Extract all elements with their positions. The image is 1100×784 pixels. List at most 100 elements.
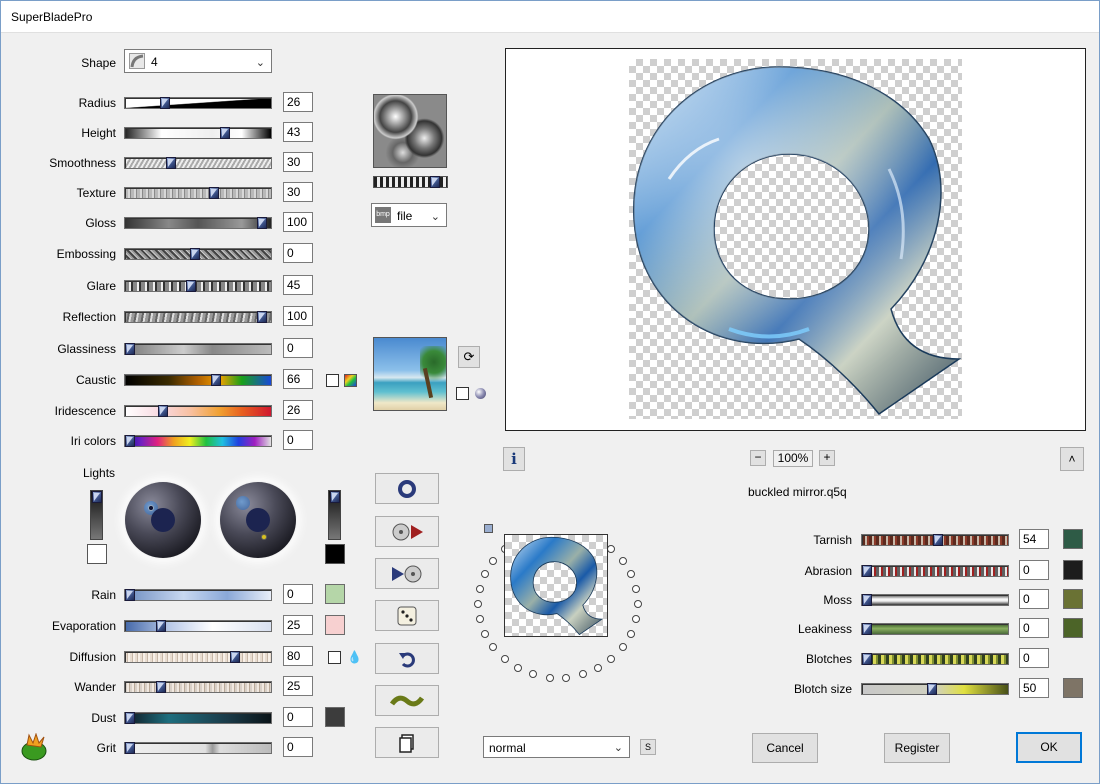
evaporation-slider[interactable]	[124, 620, 272, 632]
ring-dot[interactable]	[476, 585, 484, 593]
light1-color-swatch[interactable]	[87, 544, 107, 564]
abrasion-slider[interactable]	[861, 565, 1009, 577]
ring-dot[interactable]	[489, 643, 497, 651]
ring-dot[interactable]	[627, 570, 635, 578]
moss-value-field[interactable]: 0	[1019, 589, 1049, 609]
rainbow-icon[interactable]	[344, 374, 357, 387]
ring-dot[interactable]	[632, 585, 640, 593]
evaporation-color-swatch[interactable]	[325, 615, 345, 635]
blotches-value-field[interactable]: 0	[1019, 648, 1049, 668]
main-preview[interactable]	[505, 48, 1086, 431]
evaporation-value-field[interactable]: 25	[283, 615, 313, 635]
caustic-checkbox[interactable]	[326, 374, 339, 387]
light1-intensity-thumb[interactable]	[92, 491, 102, 503]
glassiness-value-field[interactable]: 0	[283, 338, 313, 358]
rain-value-field[interactable]: 0	[283, 584, 313, 604]
blotches-slider-thumb[interactable]	[862, 653, 872, 665]
ring-dot[interactable]	[594, 664, 602, 672]
texture-scale-thumb[interactable]	[430, 176, 440, 188]
zoom-out-button[interactable]: −	[750, 450, 766, 466]
blotches-slider[interactable]	[861, 653, 1009, 665]
light1-intensity-slider[interactable]	[90, 490, 103, 540]
copy-button[interactable]	[375, 727, 439, 758]
glare-slider-thumb[interactable]	[186, 280, 196, 292]
wander-value-field[interactable]: 25	[283, 676, 313, 696]
ring-dot[interactable]	[632, 615, 640, 623]
ring-dot[interactable]	[634, 600, 642, 608]
diffusion-slider[interactable]	[124, 651, 272, 663]
light2-direction-ball[interactable]	[220, 482, 296, 558]
abrasion-color-swatch[interactable]	[1063, 560, 1083, 580]
gloss-slider[interactable]	[124, 217, 272, 229]
smoothness-slider-thumb[interactable]	[166, 157, 176, 169]
evaporation-slider-thumb[interactable]	[156, 620, 166, 632]
height-slider-thumb[interactable]	[220, 127, 230, 139]
moss-slider-thumb[interactable]	[862, 594, 872, 606]
reflection-slider-thumb[interactable]	[257, 311, 267, 323]
load-preset-button[interactable]	[375, 516, 439, 547]
glare-slider[interactable]	[124, 280, 272, 292]
rain-slider[interactable]	[124, 589, 272, 601]
tarnish-color-swatch[interactable]	[1063, 529, 1083, 549]
ring-dot[interactable]	[501, 655, 509, 663]
glare-value-field[interactable]: 45	[283, 275, 313, 295]
diffusion-slider-thumb[interactable]	[230, 651, 240, 663]
info-button[interactable]: i	[503, 447, 525, 471]
cancel-button[interactable]: Cancel	[752, 733, 818, 763]
gloss-slider-thumb[interactable]	[257, 217, 267, 229]
reflection-value-field[interactable]: 100	[283, 306, 313, 326]
grit-slider-thumb[interactable]	[125, 742, 135, 754]
ring-dot[interactable]	[562, 674, 570, 682]
caustic-value-field[interactable]: 66	[283, 369, 313, 389]
collapse-button[interactable]: ˄	[1060, 447, 1084, 471]
smoothness-slider[interactable]	[124, 157, 272, 169]
height-slider[interactable]	[124, 127, 272, 139]
blotchsize-value-field[interactable]: 50	[1019, 678, 1049, 698]
iricolors-slider-thumb[interactable]	[125, 435, 135, 447]
light1-direction-ball[interactable]	[125, 482, 201, 558]
leakiness-slider-thumb[interactable]	[862, 623, 872, 635]
ok-button[interactable]: OK	[1016, 732, 1082, 763]
diffusion-value-field[interactable]: 80	[283, 646, 313, 666]
grit-value-field[interactable]: 0	[283, 737, 313, 757]
wave-button[interactable]	[375, 685, 439, 716]
tarnish-slider-thumb[interactable]	[933, 534, 943, 546]
light2-intensity-thumb[interactable]	[330, 491, 340, 503]
dust-color-swatch[interactable]	[325, 707, 345, 727]
glassiness-slider[interactable]	[124, 343, 272, 355]
zoom-in-button[interactable]: +	[819, 450, 835, 466]
radius-slider[interactable]	[124, 97, 272, 109]
glassiness-slider-thumb[interactable]	[125, 343, 135, 355]
tarnish-value-field[interactable]: 54	[1019, 529, 1049, 549]
reflection-slider[interactable]	[124, 311, 272, 323]
ring-dot[interactable]	[546, 674, 554, 682]
iricolors-slider[interactable]	[124, 435, 272, 447]
texture-slider-thumb[interactable]	[209, 187, 219, 199]
blotchsize-color-swatch[interactable]	[1063, 678, 1083, 698]
randomize-button[interactable]	[375, 600, 439, 631]
tarnish-slider[interactable]	[861, 534, 1009, 546]
rain-slider-thumb[interactable]	[125, 589, 135, 601]
leakiness-color-swatch[interactable]	[1063, 618, 1083, 638]
ring-dot[interactable]	[529, 670, 537, 678]
abrasion-value-field[interactable]: 0	[1019, 560, 1049, 580]
texture-value-field[interactable]: 30	[283, 182, 313, 202]
ring-dot[interactable]	[627, 630, 635, 638]
iridescence-slider[interactable]	[124, 405, 272, 417]
wander-slider[interactable]	[124, 681, 272, 693]
ring-dot[interactable]	[476, 615, 484, 623]
gloss-value-field[interactable]: 100	[283, 212, 313, 232]
ring-dot[interactable]	[481, 570, 489, 578]
dust-slider-thumb[interactable]	[125, 712, 135, 724]
blotchsize-slider[interactable]	[861, 683, 1009, 695]
wander-slider-thumb[interactable]	[156, 681, 166, 693]
blend-mode-dropdown[interactable]: normal ⌄	[483, 736, 630, 758]
light2-color-swatch[interactable]	[325, 544, 345, 564]
ring-dot[interactable]	[619, 643, 627, 651]
diffusion-checkbox[interactable]	[328, 651, 341, 664]
shape-thumbnail-preview[interactable]	[504, 534, 608, 637]
texture-slider[interactable]	[124, 187, 272, 199]
iricolors-value-field[interactable]: 0	[283, 430, 313, 450]
embossing-slider-thumb[interactable]	[190, 248, 200, 260]
ring-dot[interactable]	[514, 664, 522, 672]
